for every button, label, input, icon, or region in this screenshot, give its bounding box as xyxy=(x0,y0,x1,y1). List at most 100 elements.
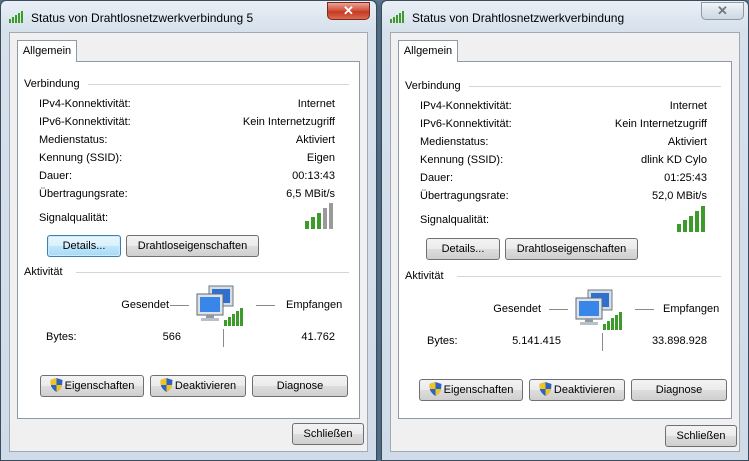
sent-connector-line xyxy=(170,305,189,306)
close-window-button[interactable]: ✕ xyxy=(327,2,370,20)
properties-button-label: Eigenschaften xyxy=(443,384,514,396)
bytes-sent-value: 5.141.415 xyxy=(512,335,561,347)
dialog-client-area: Allgemein Verbindung IPv4-Konnektivität:… xyxy=(390,32,740,452)
close-window-button[interactable]: ✕ xyxy=(701,2,744,20)
ssid-value: Eigen xyxy=(306,152,335,164)
received-label: Empfangen xyxy=(286,299,343,311)
ipv6-label: IPv6-Konnektivität: xyxy=(420,118,512,130)
dialog-client-area: Allgemein Verbindung IPv4-Konnektivität:… xyxy=(9,32,368,452)
sent-label: Gesendet xyxy=(121,299,169,311)
signal-quality-icon xyxy=(677,206,705,232)
received-connector-line xyxy=(635,309,654,310)
ipv4-value: Internet xyxy=(297,98,335,110)
close-dialog-button[interactable]: Schließen xyxy=(292,423,364,445)
disable-button-label: Deaktivieren xyxy=(174,380,237,392)
signal-bar xyxy=(701,206,705,232)
duration-value: 00:13:43 xyxy=(292,170,335,182)
title-bar[interactable]: Status von Drahtlosnetzwerkverbindung 5 … xyxy=(1,1,376,33)
properties-button-label: Eigenschaften xyxy=(64,380,135,392)
signal-bar xyxy=(689,216,693,232)
received-connector-line xyxy=(256,305,275,306)
diagnose-button[interactable]: Diagnose xyxy=(631,379,727,401)
signal-bar xyxy=(683,220,687,232)
ssid-label: Kennung (SSID): xyxy=(39,152,123,164)
signal-bar xyxy=(329,203,333,229)
uac-shield-icon xyxy=(160,378,173,392)
bytes-sent-value: 566 xyxy=(162,331,181,343)
duration-label: Dauer: xyxy=(420,172,454,184)
properties-button[interactable]: Eigenschaften xyxy=(40,375,144,397)
uac-shield-icon xyxy=(429,382,442,396)
ipv4-label: IPv4-Konnektivität: xyxy=(420,100,512,112)
speed-label: Übertragungsrate: xyxy=(39,188,128,200)
close-dialog-button[interactable]: Schließen xyxy=(665,425,737,447)
bytes-received-value: 41.762 xyxy=(301,331,335,343)
window-title: Status von Drahtlosnetzwerkverbindung 5 xyxy=(31,11,254,25)
signal-strength-icon xyxy=(9,11,23,23)
disable-button[interactable]: Deaktivieren xyxy=(150,375,246,397)
signal-quality-label: Signalqualität: xyxy=(39,212,109,224)
group-title-activity: Aktivität xyxy=(24,266,63,278)
sent-connector-line xyxy=(549,309,568,310)
network-computers-icon xyxy=(575,289,622,330)
bytes-received-value: 33.898.928 xyxy=(651,335,707,347)
tab-panel-allgemein: Verbindung IPv4-Konnektivität: Internet … xyxy=(17,61,360,419)
media-status-value: Aktiviert xyxy=(295,134,335,146)
window-title: Status von Drahtlosnetzwerkverbindung xyxy=(412,11,625,25)
speed-label: Übertragungsrate: xyxy=(420,190,509,202)
signal-bar xyxy=(305,221,309,229)
ipv6-value: Kein Internetzugriff xyxy=(614,118,707,130)
disable-button-label: Deaktivieren xyxy=(553,384,616,396)
signal-bar xyxy=(311,217,315,229)
group-title-connection: Verbindung xyxy=(24,78,80,90)
disable-button[interactable]: Deaktivieren xyxy=(529,379,625,401)
signal-bar xyxy=(677,224,681,232)
ipv4-label: IPv4-Konnektivität: xyxy=(39,98,131,110)
group-divider xyxy=(457,276,721,277)
sent-label: Gesendet xyxy=(493,303,541,315)
media-status-value: Aktiviert xyxy=(667,136,707,148)
uac-shield-icon xyxy=(539,382,552,396)
diagnose-button[interactable]: Diagnose xyxy=(252,375,348,397)
activity-divider xyxy=(602,333,603,351)
close-icon: ✕ xyxy=(717,3,728,18)
ipv4-value: Internet xyxy=(669,100,707,112)
bytes-label: Bytes: xyxy=(427,335,458,347)
details-button[interactable]: Details... xyxy=(426,238,500,260)
speed-value: 52,0 MBit/s xyxy=(651,190,707,202)
received-label: Empfangen xyxy=(663,303,720,315)
signal-bar xyxy=(317,213,321,229)
ipv6-label: IPv6-Konnektivität: xyxy=(39,116,131,128)
group-divider xyxy=(76,272,349,273)
group-divider xyxy=(469,86,721,87)
signal-quality-icon xyxy=(305,203,333,229)
ssid-label: Kennung (SSID): xyxy=(420,154,504,166)
wireless-properties-button[interactable]: Drahtloseigenschaften xyxy=(126,235,259,257)
speed-value: 6,5 MBit/s xyxy=(286,188,335,200)
duration-value: 01:25:43 xyxy=(664,172,707,184)
status-dialog-connection-5: Status von Drahtlosnetzwerkverbindung 5 … xyxy=(0,0,377,461)
ssid-value: dlink KD Cylo xyxy=(640,154,707,166)
group-title-activity: Aktivität xyxy=(405,270,444,282)
signal-bar xyxy=(323,208,327,229)
wireless-properties-button[interactable]: Drahtloseigenschaften xyxy=(505,238,638,260)
properties-button[interactable]: Eigenschaften xyxy=(419,379,523,401)
group-title-connection: Verbindung xyxy=(405,80,461,92)
details-button[interactable]: Details... xyxy=(47,235,121,257)
tab-panel-allgemein: Verbindung IPv4-Konnektivität: Internet … xyxy=(398,61,732,419)
group-divider xyxy=(88,84,349,85)
close-icon: ✕ xyxy=(343,3,354,18)
bytes-label: Bytes: xyxy=(46,331,77,343)
duration-label: Dauer: xyxy=(39,170,73,182)
tab-allgemein[interactable]: Allgemein xyxy=(17,40,77,62)
title-bar[interactable]: Status von Drahtlosnetzwerkverbindung ✕ xyxy=(382,1,748,33)
media-status-label: Medienstatus: xyxy=(39,134,108,146)
network-computers-icon xyxy=(196,285,243,326)
status-dialog-connection: Status von Drahtlosnetzwerkverbindung ✕ … xyxy=(381,0,749,461)
signal-bar xyxy=(695,211,699,232)
signal-quality-label: Signalqualität: xyxy=(420,214,490,226)
signal-strength-icon xyxy=(390,11,404,23)
tab-allgemein[interactable]: Allgemein xyxy=(398,40,458,62)
uac-shield-icon xyxy=(50,378,63,392)
ipv6-value: Kein Internetzugriff xyxy=(242,116,335,128)
